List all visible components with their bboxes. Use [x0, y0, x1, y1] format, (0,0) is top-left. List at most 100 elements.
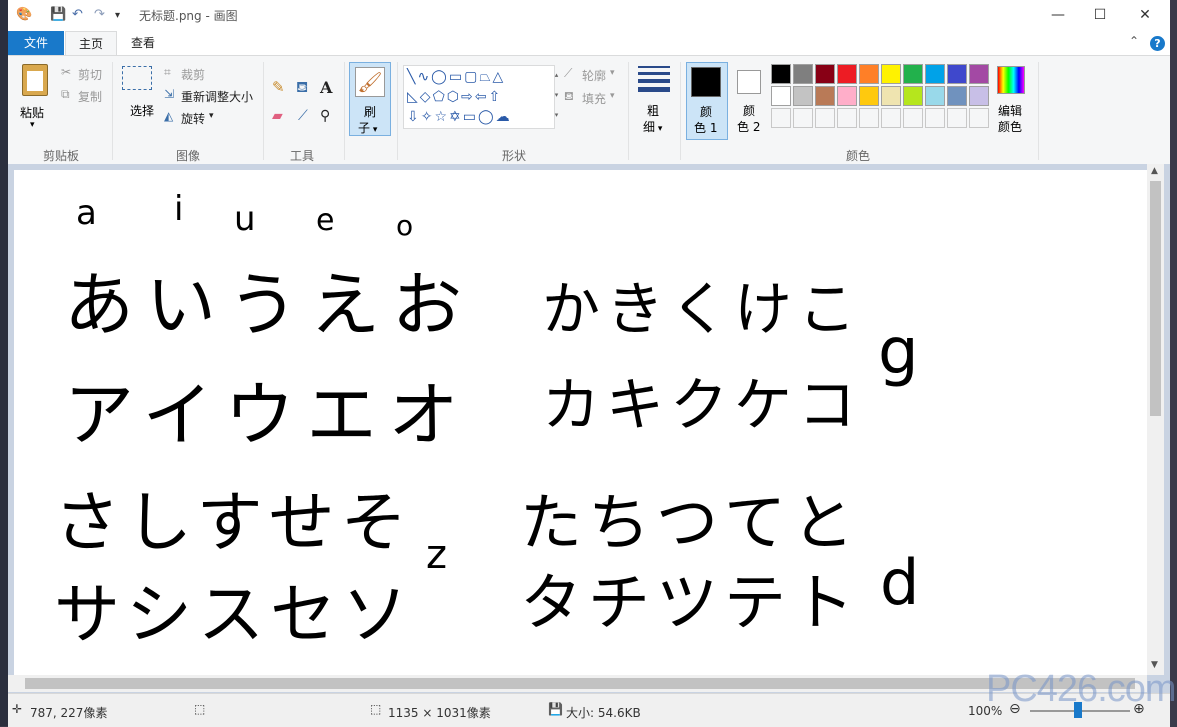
- brush-button[interactable]: 🖌 刷 子 ▾: [349, 62, 391, 136]
- rectangle-shape-icon[interactable]: ▭: [449, 69, 464, 85]
- horizontal-scrollbar[interactable]: [8, 675, 1147, 692]
- oval-shape-icon[interactable]: ◯: [431, 69, 449, 85]
- custom-color-slot[interactable]: [837, 108, 857, 128]
- left-arrow-shape-icon[interactable]: ⇦: [475, 89, 489, 105]
- palette-swatch[interactable]: [859, 86, 879, 106]
- pencil-icon[interactable]: ✎: [272, 78, 285, 96]
- custom-color-slot[interactable]: [881, 108, 901, 128]
- palette-swatch[interactable]: [815, 86, 835, 106]
- group-label-tools: 工具: [289, 149, 314, 163]
- cloud-callout-shape-icon[interactable]: ☁: [496, 109, 512, 125]
- crop-icon: ⌗: [164, 65, 171, 79]
- palette-swatch[interactable]: [969, 64, 989, 84]
- five-star-shape-icon[interactable]: ☆: [434, 109, 449, 125]
- rotate-dropdown-icon[interactable]: ▾: [209, 111, 214, 121]
- palette-swatch[interactable]: [837, 86, 857, 106]
- down-arrow-shape-icon[interactable]: ⇩: [407, 109, 421, 125]
- tab-home[interactable]: 主页: [65, 31, 117, 56]
- magnifier-icon[interactable]: ⚲: [320, 108, 330, 124]
- fill-bucket-icon[interactable]: ⛾: [296, 78, 308, 98]
- crop-button[interactable]: 裁剪: [181, 66, 205, 83]
- callout-shape-icon[interactable]: ▭: [463, 109, 478, 125]
- six-star-shape-icon[interactable]: ✡: [449, 109, 463, 125]
- palette-swatch[interactable]: [793, 86, 813, 106]
- vertical-scroll-thumb[interactable]: [1150, 181, 1161, 416]
- palette-swatch[interactable]: [925, 64, 945, 84]
- color1-button[interactable]: 颜 色 1: [686, 62, 728, 140]
- palette-swatch[interactable]: [771, 86, 791, 106]
- canvas-dimensions: 1135 × 1031像素: [388, 706, 491, 720]
- palette-swatch[interactable]: [925, 86, 945, 106]
- minimize-icon[interactable]: —: [1043, 4, 1073, 26]
- collapse-ribbon-icon[interactable]: ⌃: [1129, 34, 1139, 48]
- edit-colors-button[interactable]: 编辑 颜色: [993, 62, 1029, 138]
- palette-swatch[interactable]: [947, 86, 967, 106]
- copy-button[interactable]: 复制: [78, 88, 102, 105]
- custom-color-slot[interactable]: [771, 108, 791, 128]
- shapes-gallery[interactable]: ╲∿◯▭▢⏢△ ◺◇⬠⬡⇨⇦⇧ ⇩✧☆✡▭◯☁: [403, 65, 555, 129]
- palette-swatch[interactable]: [947, 64, 967, 84]
- horizontal-scroll-thumb[interactable]: [25, 678, 1135, 689]
- custom-color-slot[interactable]: [815, 108, 835, 128]
- custom-color-slot[interactable]: [947, 108, 967, 128]
- select-button[interactable]: 选择: [120, 64, 156, 134]
- up-arrow-shape-icon[interactable]: ⇧: [488, 89, 502, 105]
- size-button[interactable]: 粗 细 ▾: [635, 64, 673, 136]
- oval-callout-shape-icon[interactable]: ◯: [478, 109, 496, 125]
- palette-swatch[interactable]: [793, 64, 813, 84]
- right-arrow-shape-icon[interactable]: ⇨: [461, 89, 475, 105]
- rotate-button[interactable]: 旋转: [181, 110, 205, 127]
- palette-swatch[interactable]: [815, 64, 835, 84]
- drawing-canvas[interactable]: a i u e o あいうえお アイウエオ かきくけこ カキクケコ g さしすせ…: [14, 170, 1147, 675]
- eraser-icon[interactable]: ▰: [272, 108, 283, 124]
- undo-icon[interactable]: ↶: [72, 7, 83, 22]
- color-picker-icon[interactable]: ⟋: [298, 108, 308, 124]
- right-triangle-shape-icon[interactable]: ◺: [407, 89, 420, 105]
- help-icon[interactable]: ?: [1150, 36, 1165, 51]
- palette-swatch[interactable]: [969, 86, 989, 106]
- triangle-shape-icon[interactable]: △: [493, 69, 506, 85]
- tab-view[interactable]: 查看: [118, 31, 168, 55]
- fill-dropdown-icon[interactable]: ▾: [610, 91, 615, 101]
- palette-swatch[interactable]: [837, 64, 857, 84]
- custom-color-slot[interactable]: [925, 108, 945, 128]
- line-shape-icon[interactable]: ╲: [407, 69, 417, 85]
- tab-file[interactable]: 文件: [8, 31, 64, 55]
- palette-swatch[interactable]: [903, 86, 923, 106]
- palette-swatch[interactable]: [771, 64, 791, 84]
- scroll-up-icon[interactable]: ▲: [1151, 166, 1158, 176]
- scissors-icon: ✂: [61, 65, 72, 79]
- polygon-shape-icon[interactable]: ⏢: [479, 69, 492, 85]
- custom-color-slot[interactable]: [859, 108, 879, 128]
- cut-button[interactable]: 剪切: [78, 66, 102, 83]
- diamond-shape-icon[interactable]: ◇: [420, 89, 433, 105]
- outline-dropdown-icon[interactable]: ▾: [610, 68, 615, 78]
- pentagon-shape-icon[interactable]: ⬠: [433, 89, 447, 105]
- paint-app-icon[interactable]: 🎨: [16, 7, 32, 22]
- palette-swatch[interactable]: [881, 86, 901, 106]
- curve-shape-icon[interactable]: ∿: [417, 69, 431, 85]
- text-tool-icon[interactable]: A: [320, 78, 332, 97]
- letter-z: z: [426, 532, 447, 578]
- outline-button[interactable]: 轮廓: [582, 67, 606, 84]
- save-icon[interactable]: 💾: [50, 7, 66, 22]
- fill-button[interactable]: 填充: [582, 90, 606, 107]
- maximize-icon[interactable]: ☐: [1085, 4, 1115, 26]
- vertical-scrollbar[interactable]: ▲ ▼: [1147, 164, 1164, 675]
- close-icon[interactable]: ✕: [1130, 4, 1160, 26]
- custom-color-slot[interactable]: [793, 108, 813, 128]
- rounded-rect-shape-icon[interactable]: ▢: [464, 69, 479, 85]
- resize-button[interactable]: 重新调整大小: [181, 88, 253, 105]
- four-star-shape-icon[interactable]: ✧: [421, 109, 435, 125]
- color2-button[interactable]: 颜 色 2: [730, 62, 770, 138]
- custom-color-slot[interactable]: [903, 108, 923, 128]
- redo-icon[interactable]: ↷: [94, 7, 105, 22]
- customize-dropdown-icon[interactable]: ▾: [115, 10, 120, 21]
- hexagon-shape-icon[interactable]: ⬡: [447, 89, 461, 105]
- custom-color-slot[interactable]: [969, 108, 989, 128]
- paste-button[interactable]: 粘贴 ▾: [16, 62, 56, 132]
- palette-swatch[interactable]: [881, 64, 901, 84]
- palette-swatch[interactable]: [859, 64, 879, 84]
- shapes-scroll[interactable]: ▴ ▾ ▾: [552, 65, 561, 127]
- palette-swatch[interactable]: [903, 64, 923, 84]
